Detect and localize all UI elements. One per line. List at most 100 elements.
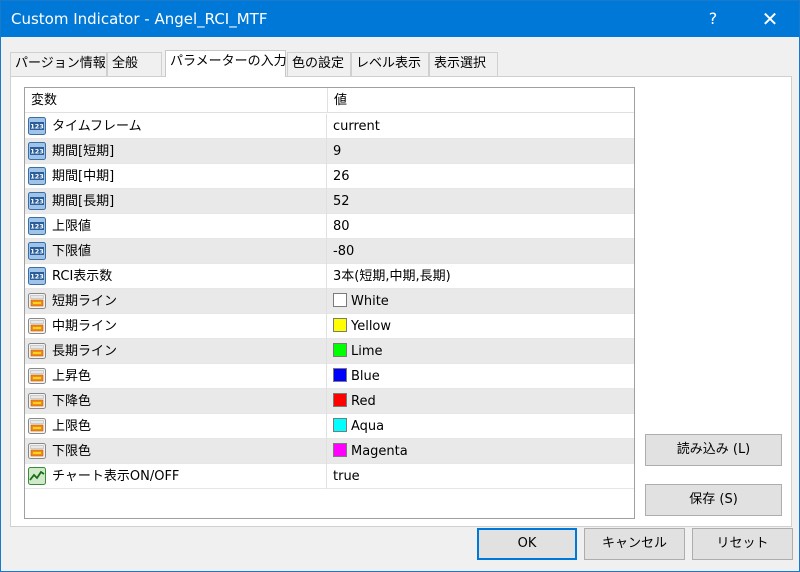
parameter-row[interactable]: 123 タイムフレーム current	[25, 114, 634, 139]
color-swatch[interactable]	[333, 443, 347, 457]
parameter-value[interactable]: Red	[351, 394, 376, 409]
parameter-value-cell[interactable]: 9	[328, 139, 634, 164]
color-palette-icon	[28, 417, 46, 435]
parameter-value[interactable]: Aqua	[351, 419, 384, 434]
parameter-row[interactable]: 123 RCI表示数 3本(短期,中期,長期)	[25, 264, 634, 289]
color-palette-icon	[28, 367, 46, 385]
parameter-value[interactable]: Magenta	[351, 444, 408, 459]
parameter-name: 期間[中期]	[52, 169, 115, 184]
color-swatch[interactable]	[333, 393, 347, 407]
parameter-name-cell: チャート表示ON/OFF	[25, 464, 327, 489]
parameter-value[interactable]: 9	[333, 144, 341, 159]
parameter-row[interactable]: 下降色 Red	[25, 389, 634, 414]
numeric-123-icon: 123	[28, 167, 46, 185]
window-title: Custom Indicator - Angel_RCI_MTF	[11, 10, 268, 28]
parameter-value[interactable]: 3本(短期,中期,長期)	[333, 269, 451, 284]
parameter-name: 期間[長期]	[52, 194, 115, 209]
save-button[interactable]: 保存 (S)	[645, 484, 782, 516]
reset-button[interactable]: リセット	[692, 528, 793, 560]
parameter-value[interactable]: Blue	[351, 369, 380, 384]
parameter-value[interactable]: Yellow	[351, 319, 391, 334]
parameter-name: 下降色	[52, 394, 92, 409]
tab-parameters[interactable]: パラメーターの入力	[165, 50, 287, 77]
help-button[interactable]: ?	[690, 1, 736, 37]
parameter-value-cell[interactable]: White	[328, 289, 634, 314]
parameter-value[interactable]: Lime	[351, 344, 383, 359]
close-button[interactable]: ✕	[747, 1, 793, 37]
parameters-grid: 変数 値 123 タイムフレーム current 123 期間[短期] 9 123 期間[中期…	[24, 87, 635, 519]
parameter-row[interactable]: チャート表示ON/OFF true	[25, 464, 634, 489]
color-palette-icon	[28, 342, 46, 360]
parameter-row[interactable]: 上限色 Aqua	[25, 414, 634, 439]
svg-text:123: 123	[30, 248, 44, 256]
header-variable: 変数	[31, 93, 58, 108]
parameter-value-cell[interactable]: 26	[328, 164, 634, 189]
tab-levels[interactable]: レベル表示	[351, 52, 429, 76]
parameter-row[interactable]: 123 下限値 -80	[25, 239, 634, 264]
cancel-button[interactable]: キャンセル	[584, 528, 685, 560]
parameter-value-cell[interactable]: 80	[328, 214, 634, 239]
parameter-row[interactable]: 中期ライン Yellow	[25, 314, 634, 339]
ok-button[interactable]: OK	[477, 528, 577, 560]
parameter-name-cell: 123 上限値	[25, 214, 327, 239]
tab-colors[interactable]: 色の設定	[287, 52, 351, 76]
numeric-123-icon: 123	[28, 242, 46, 260]
parameter-name: RCI表示数	[52, 269, 113, 284]
parameter-row[interactable]: 上昇色 Blue	[25, 364, 634, 389]
numeric-123-icon: 123	[28, 192, 46, 210]
parameter-row[interactable]: 123 上限値 80	[25, 214, 634, 239]
boolean-chart-icon	[28, 467, 46, 485]
parameter-name: 短期ライン	[52, 294, 118, 309]
load-button[interactable]: 読み込み (L)	[645, 434, 782, 466]
parameter-name-cell: 長期ライン	[25, 339, 327, 364]
grid-header: 変数 値	[25, 88, 634, 113]
parameter-row[interactable]: 下限色 Magenta	[25, 439, 634, 464]
parameter-row[interactable]: 123 期間[短期] 9	[25, 139, 634, 164]
parameter-value-cell[interactable]: Blue	[328, 364, 634, 389]
tab-general[interactable]: 全般	[107, 52, 162, 76]
numeric-123-icon: 123	[28, 217, 46, 235]
parameter-name-cell: 下限色	[25, 439, 327, 464]
parameter-row[interactable]: 長期ライン Lime	[25, 339, 634, 364]
color-palette-icon	[28, 292, 46, 310]
parameter-value-cell[interactable]: Red	[328, 389, 634, 414]
parameter-name: 上限色	[52, 419, 92, 434]
numeric-123-icon: 123	[28, 142, 46, 160]
parameter-value-cell[interactable]: true	[328, 464, 634, 489]
color-swatch[interactable]	[333, 343, 347, 357]
numeric-123-icon: 123	[28, 267, 46, 285]
color-swatch[interactable]	[333, 318, 347, 332]
color-swatch[interactable]	[333, 293, 347, 307]
parameter-value-cell[interactable]: 52	[328, 189, 634, 214]
parameter-name: 上限値	[52, 219, 92, 234]
color-swatch[interactable]	[333, 368, 347, 382]
parameter-value[interactable]: 26	[333, 169, 350, 184]
parameter-name-cell: 下降色	[25, 389, 327, 414]
parameter-value[interactable]: 52	[333, 194, 350, 209]
parameter-value-cell[interactable]: current	[328, 114, 634, 139]
parameter-value[interactable]: true	[333, 469, 360, 484]
parameter-name-cell: 123 期間[長期]	[25, 189, 327, 214]
parameter-value-cell[interactable]: -80	[328, 239, 634, 264]
parameter-name: 中期ライン	[52, 319, 118, 334]
parameter-value[interactable]: -80	[333, 244, 354, 259]
parameter-name-cell: 123 タイムフレーム	[25, 114, 327, 139]
color-swatch[interactable]	[333, 418, 347, 432]
parameter-value-cell[interactable]: Magenta	[328, 439, 634, 464]
parameter-row[interactable]: 短期ライン White	[25, 289, 634, 314]
parameter-value[interactable]: 80	[333, 219, 350, 234]
parameter-value[interactable]: White	[351, 294, 389, 309]
parameter-value-cell[interactable]: Aqua	[328, 414, 634, 439]
parameter-value[interactable]: current	[333, 119, 380, 134]
parameter-value-cell[interactable]: 3本(短期,中期,長期)	[328, 264, 634, 289]
tab-visualization[interactable]: 表示選択	[429, 52, 498, 76]
parameter-name-cell: 123 RCI表示数	[25, 264, 327, 289]
parameter-row[interactable]: 123 期間[中期] 26	[25, 164, 634, 189]
parameter-value-cell[interactable]: Lime	[328, 339, 634, 364]
parameter-name: 長期ライン	[52, 344, 118, 359]
parameter-value-cell[interactable]: Yellow	[328, 314, 634, 339]
parameter-row[interactable]: 123 期間[長期] 52	[25, 189, 634, 214]
parameter-name-cell: 123 下限値	[25, 239, 327, 264]
tab-version-info[interactable]: パージョン情報	[10, 52, 107, 76]
parameter-name: タイムフレーム	[52, 119, 142, 134]
